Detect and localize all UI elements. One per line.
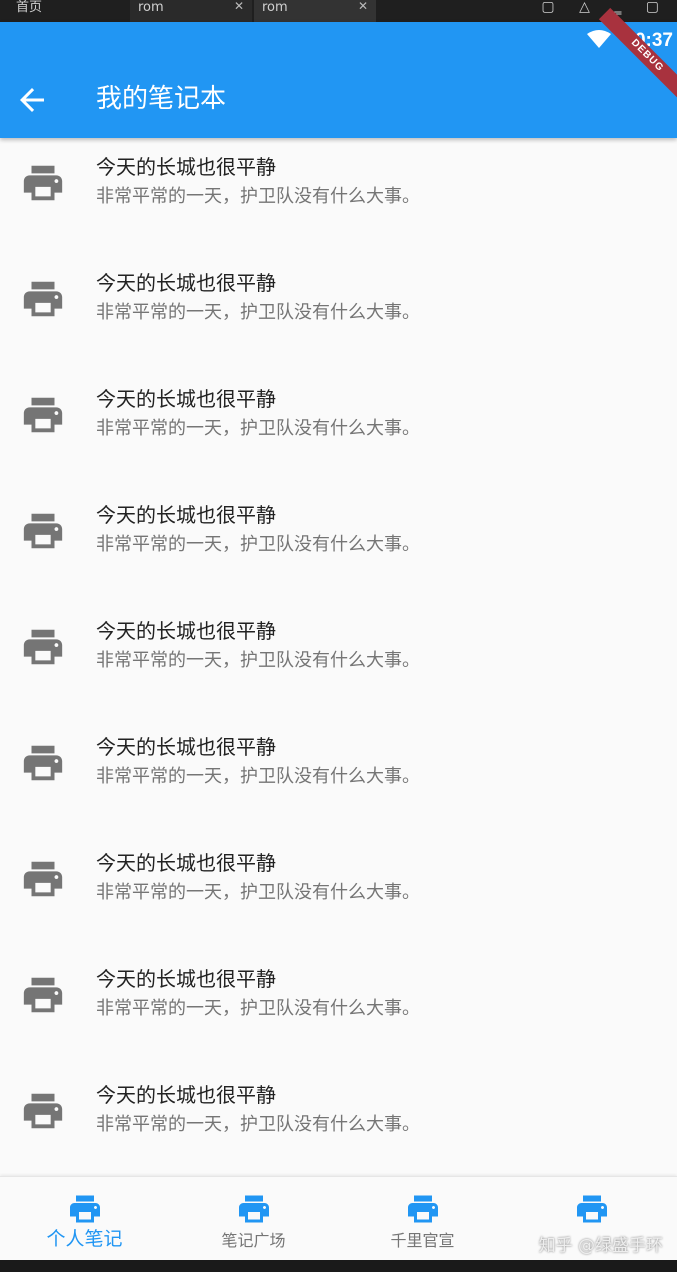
debug-banner: DEBUG	[598, 7, 677, 105]
list-item-subtitle: 非常平常的一天，护卫队没有什么大事。	[96, 418, 420, 439]
list-item-title: 今天的长城也很平静	[96, 619, 276, 643]
list-item[interactable]: 今天的长城也很平静非常平常的一天，护卫队没有什么大事。	[0, 254, 677, 370]
wifi-icon	[587, 30, 611, 48]
bottom-navigation-bar: 个人笔记 笔记广场 千里官宣 知乎 @绿盛手环	[0, 1176, 677, 1260]
window-tab-home[interactable]: 首页	[8, 0, 126, 22]
list-item[interactable]: 今天的长城也很平静非常平常的一天，护卫队没有什么大事。	[0, 370, 677, 486]
nav-item-label: 个人笔记	[46, 1228, 123, 1250]
print-icon	[18, 276, 68, 322]
list-item-subtitle: 非常平常的一天，护卫队没有什么大事。	[96, 882, 420, 903]
close-icon[interactable]: ✕	[234, 0, 244, 14]
print-icon	[18, 508, 68, 554]
window-tab-label: rom	[138, 0, 164, 15]
list-item-subtitle: 非常平常的一天，护卫队没有什么大事。	[96, 766, 420, 787]
list-item-subtitle: 非常平常的一天，护卫队没有什么大事。	[96, 650, 420, 671]
nav-item-3[interactable]: 千里官宣	[338, 1177, 507, 1261]
window-tab-rom-1[interactable]: rom ✕	[130, 0, 252, 22]
list-item[interactable]: 今天的长城也很平静非常平常的一天，护卫队没有什么大事。	[0, 834, 677, 950]
list-item-title: 今天的长城也很平静	[96, 851, 276, 875]
list-item[interactable]: 今天的长城也很平静非常平常的一天，护卫队没有什么大事。	[0, 602, 677, 718]
list-item-subtitle: 非常平常的一天，护卫队没有什么大事。	[96, 1114, 420, 1135]
list-item-subtitle: 非常平常的一天，护卫队没有什么大事。	[96, 998, 420, 1019]
list-item-title: 今天的长城也很平静	[96, 735, 276, 759]
print-icon	[66, 1191, 104, 1227]
note-list: 今天的长城也很平静 非常平常的一天，护卫队没有什么大事。 今天的长城也很平静 非常平常…	[0, 138, 677, 1176]
print-icon	[573, 1191, 611, 1227]
list-item-title: 今天的长城也很平静	[96, 271, 276, 295]
print-icon	[18, 740, 68, 786]
app-frame: 首页 rom ✕ rom ✕ ▢ △ ‗ ▢ 10:37 DEBUG 我的笔记本…	[0, 0, 677, 1272]
window-tab-strip: 首页 rom ✕ rom ✕ ▢ △ ‗ ▢	[0, 0, 677, 22]
nav-item-label: 千里官宣	[390, 1231, 455, 1250]
nav-item-label: 笔记广场	[221, 1231, 286, 1250]
list-item-title: 今天的长城也很平静	[96, 503, 276, 527]
window-tab-label: rom	[262, 0, 288, 15]
print-icon	[18, 392, 68, 438]
window-tab-rom-2[interactable]: rom ✕	[254, 0, 376, 22]
list-item-subtitle: 非常平常的一天，护卫队没有什么大事。	[96, 302, 420, 323]
list-item-subtitle: 非常平常的一天，护卫队没有什么大事。	[96, 534, 420, 555]
watermark: 知乎 @绿盛手环	[538, 1236, 663, 1256]
window-tab-label: 首页	[16, 0, 43, 15]
list-item-title: 今天的长城也很平静	[96, 967, 276, 991]
close-icon[interactable]: ✕	[358, 0, 368, 14]
list-item-title: 今天的长城也很平静	[96, 155, 276, 179]
list-item[interactable]: 今天的长城也很平静非常平常的一天，护卫队没有什么大事。	[0, 950, 677, 1066]
nav-item-1[interactable]: 个人笔记	[0, 1177, 169, 1261]
print-icon	[404, 1191, 442, 1227]
page-title: 我的笔记本	[96, 84, 227, 114]
list-item-title: 今天的长城也很平静	[96, 387, 276, 411]
list-item-title: 今天的长城也很平静	[96, 1083, 276, 1107]
app-bar: 10:37 DEBUG 我的笔记本	[0, 7, 677, 138]
back-button[interactable]	[14, 82, 50, 118]
print-icon	[18, 624, 68, 670]
print-icon	[18, 1088, 68, 1134]
arrow-back-icon	[20, 88, 44, 112]
list-item[interactable]: 今天的长城也很平静非常平常的一天，护卫队没有什么大事。	[0, 1066, 677, 1176]
list-item-subtitle: 非常平常的一天，护卫队没有什么大事。	[96, 186, 420, 207]
list-item[interactable]: 今天的长城也很平静非常平常的一天，护卫队没有什么大事。	[0, 486, 677, 602]
system-nav-strip	[0, 1260, 677, 1272]
print-icon	[18, 160, 68, 206]
list-item[interactable]: 今天的长城也很平静非常平常的一天，护卫队没有什么大事。	[0, 138, 677, 254]
nav-item-2[interactable]: 笔记广场	[169, 1177, 338, 1261]
print-icon	[235, 1191, 273, 1227]
print-icon	[18, 856, 68, 902]
list-item[interactable]: 今天的长城也很平静非常平常的一天，护卫队没有什么大事。	[0, 718, 677, 834]
print-icon	[18, 972, 68, 1018]
